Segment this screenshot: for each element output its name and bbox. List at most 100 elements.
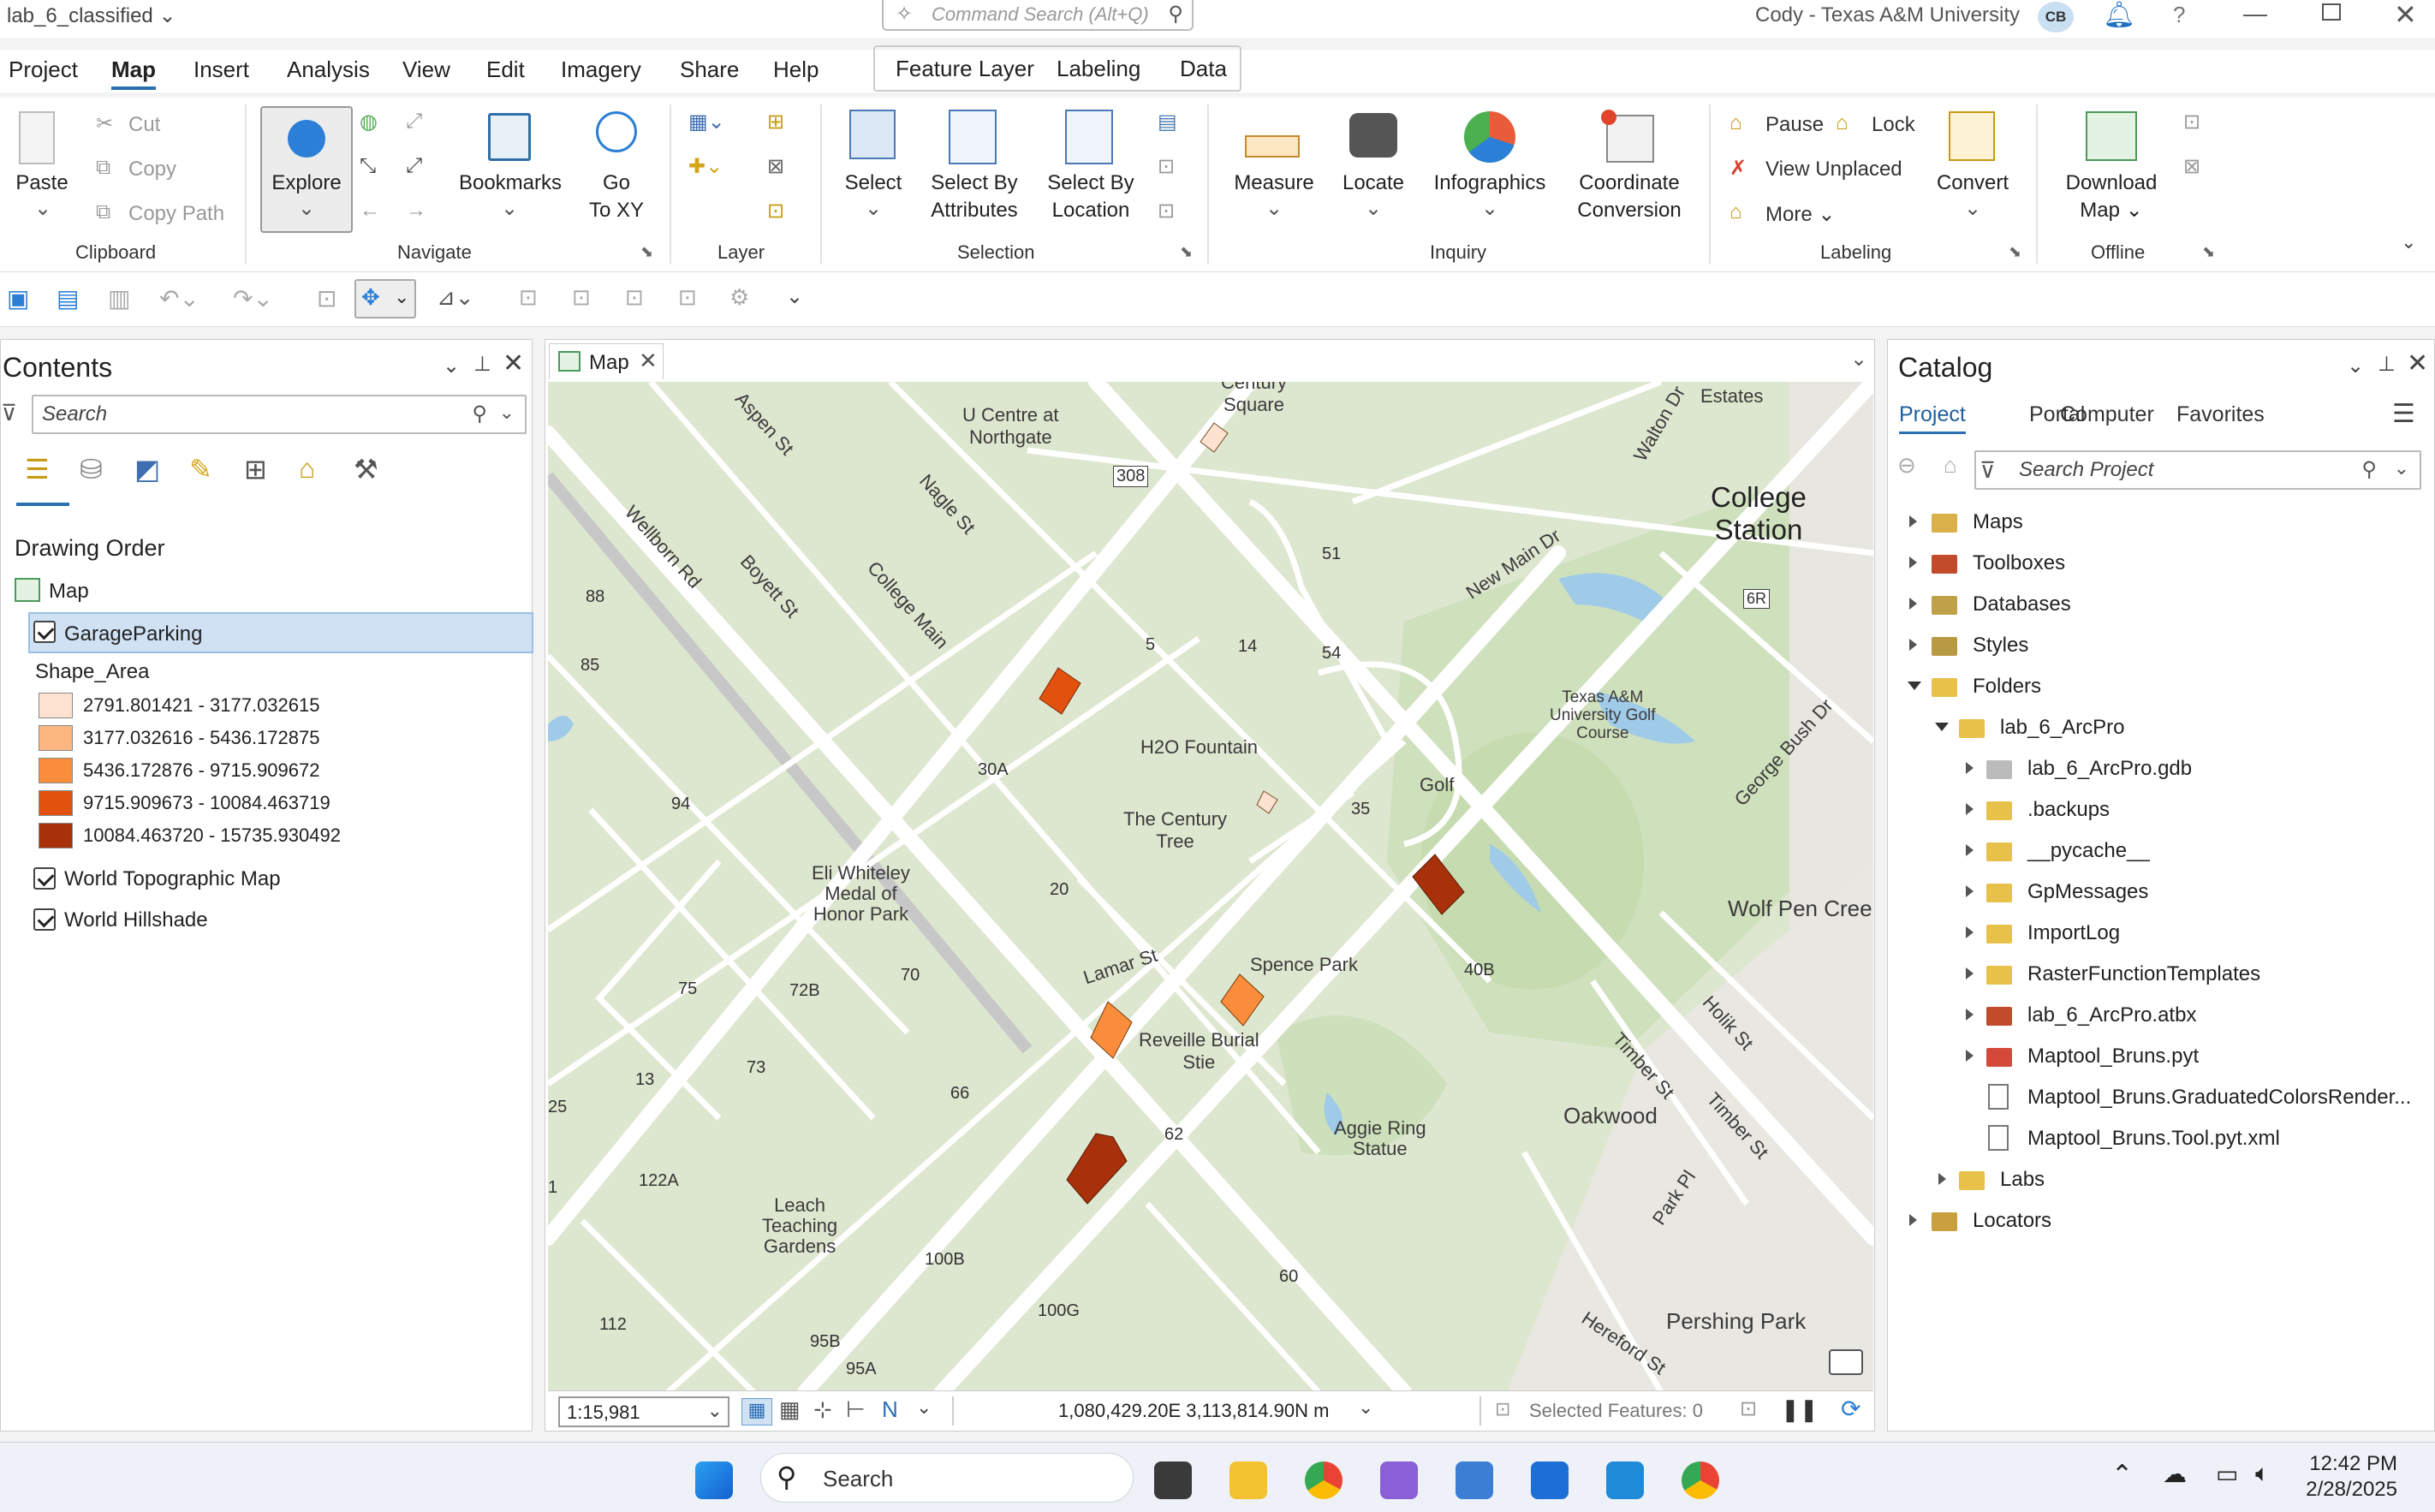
catalog-item-raster-templates[interactable]: RasterFunctionTemplates xyxy=(2027,962,2260,986)
select-button[interactable]: Select xyxy=(839,170,908,197)
expand-icon[interactable] xyxy=(1966,803,1974,815)
catalog-item-styles[interactable]: Styles xyxy=(1973,634,2028,658)
close-tab-button[interactable]: ✕ xyxy=(639,348,658,374)
zoom-icon[interactable]: ⤢ xyxy=(406,110,422,134)
tab-data[interactable]: Data xyxy=(1180,56,1227,82)
layer-name[interactable]: GarageParking xyxy=(64,622,202,646)
back-icon[interactable]: ⊖ xyxy=(1897,452,1916,479)
chevron-down-icon[interactable]: ⌄ xyxy=(499,402,515,424)
north-arrow-icon[interactable]: N xyxy=(882,1396,898,1423)
select-by-location-label-2[interactable]: Location xyxy=(1038,197,1144,224)
chevron-down-icon[interactable]: ⌄ xyxy=(2394,457,2409,479)
attributes-icon[interactable]: ▤ xyxy=(1158,110,1177,134)
expand-icon[interactable] xyxy=(1909,639,1917,651)
tool-icon[interactable]: ⊡ xyxy=(625,284,644,311)
catalog-item-toolboxes[interactable]: Toolboxes xyxy=(1973,551,2065,575)
legend-swatch[interactable] xyxy=(39,823,73,848)
forward-icon[interactable]: → xyxy=(406,199,426,223)
tab-edit[interactable]: Edit xyxy=(486,57,525,83)
list-by-selection-icon[interactable]: ◩ xyxy=(134,453,160,485)
snapping-icon[interactable]: ⊢ xyxy=(846,1396,866,1423)
close-window-button[interactable]: ✕ xyxy=(2394,0,2417,31)
locate-button[interactable]: Locate xyxy=(1332,170,1414,197)
filter-icon[interactable]: ⊽ xyxy=(1980,457,1996,484)
map-canvas[interactable]: Century Square U Centre at Northgate Colle… xyxy=(548,382,1873,1392)
cut-button[interactable]: Cut xyxy=(128,113,160,137)
customize-qat-icon[interactable]: ⌄ xyxy=(786,284,803,309)
basemap-visibility-checkbox[interactable] xyxy=(33,867,56,890)
chevron-down-icon[interactable]: ⌄ xyxy=(26,195,60,223)
save-edits-icon[interactable]: ⊡ xyxy=(317,284,336,313)
convert-button[interactable]: Convert xyxy=(1932,170,2014,197)
catalog-tab-favorites[interactable]: Favorites xyxy=(2176,402,2265,427)
basemap-layer-name[interactable]: World Topographic Map xyxy=(64,867,281,891)
expand-icon[interactable] xyxy=(1966,844,1974,856)
grid-icon[interactable]: ▦ xyxy=(741,1398,772,1426)
vscode-icon[interactable] xyxy=(1606,1461,1644,1499)
list-by-drawing-order-icon[interactable]: ☰ xyxy=(25,453,50,485)
zoom-in-fixed-icon[interactable]: ⤡ xyxy=(360,154,376,178)
paste-button[interactable]: Paste xyxy=(12,170,72,197)
chrome-icon[interactable] xyxy=(1305,1461,1343,1499)
add-layer-icon[interactable]: ✚⌄ xyxy=(688,154,723,179)
table-icon[interactable]: ▦ xyxy=(779,1396,801,1423)
expand-icon[interactable] xyxy=(1966,926,1974,938)
dialog-launcher-icon[interactable]: ⬊ xyxy=(640,243,653,261)
catalog-item-tool-xml[interactable]: Maptool_Bruns.Tool.pyt.xml xyxy=(2027,1127,2280,1151)
contents-search-input[interactable]: Search ⚲ ⌄ xyxy=(32,395,527,434)
expand-icon[interactable] xyxy=(1966,885,1974,897)
tool-icon[interactable]: ⊡ xyxy=(572,284,591,311)
select-tool-icon[interactable]: ⊿⌄ xyxy=(437,284,474,311)
open-project-icon[interactable]: ▤ xyxy=(57,284,79,313)
dialog-launcher-icon[interactable]: ⬊ xyxy=(2202,243,2215,261)
tool-icon[interactable]: ⚙ xyxy=(729,284,749,311)
windows-start-icon[interactable] xyxy=(695,1461,733,1499)
chrome-icon[interactable] xyxy=(1682,1461,1719,1499)
add-data-icon[interactable]: ⊞ xyxy=(767,110,784,134)
onedrive-icon[interactable]: ☁ xyxy=(2163,1460,2187,1488)
chevron-down-icon[interactable]: ⌄ xyxy=(443,354,460,378)
expand-icon[interactable] xyxy=(1966,1050,1974,1062)
save-icon[interactable]: ▥ xyxy=(108,284,130,313)
dialog-launcher-icon[interactable]: ⬊ xyxy=(2009,243,2021,261)
catalog-item-importlog[interactable]: ImportLog xyxy=(2027,921,2120,945)
remove-offline-icon[interactable]: ⊠ xyxy=(2183,154,2200,179)
collapse-ribbon-icon[interactable]: ⌄ xyxy=(2401,231,2416,253)
tab-insert[interactable]: Insert xyxy=(193,57,249,83)
tab-view[interactable]: View xyxy=(402,57,450,83)
bookmarks-button[interactable]: Bookmarks xyxy=(455,170,565,197)
list-by-editing-icon[interactable]: ✎ xyxy=(189,453,212,485)
download-map-label-1[interactable]: Download xyxy=(2051,170,2171,197)
pin-icon[interactable]: ⊥ xyxy=(473,352,491,377)
download-map-label-2[interactable]: Map ⌄ xyxy=(2051,197,2171,224)
catalog-item-lab6[interactable]: lab_6_ArcPro xyxy=(2000,716,2124,740)
expand-icon[interactable] xyxy=(1909,515,1917,527)
filter-icon[interactable]: ⊽ xyxy=(1,400,17,426)
catalog-item-render-tool[interactable]: Maptool_Bruns.GraduatedColorsRender... xyxy=(2027,1086,2411,1110)
tab-share[interactable]: Share xyxy=(680,57,739,83)
snipping-tool-icon[interactable] xyxy=(1380,1461,1418,1499)
chevron-down-icon[interactable]: ⌄ xyxy=(1358,1396,1373,1419)
chevron-down-icon[interactable]: ⌄ xyxy=(1850,347,1867,372)
coordinate-conversion-label-2[interactable]: Conversion xyxy=(1567,197,1692,224)
catalog-tab-project[interactable]: Project xyxy=(1899,402,1966,434)
chevron-down-icon[interactable]: ⌄ xyxy=(916,1396,932,1419)
expand-icon[interactable] xyxy=(1909,598,1917,610)
selection-tool-icon[interactable]: ⊡ xyxy=(1740,1396,1757,1421)
copy-path-button[interactable]: Copy Path xyxy=(128,202,224,226)
pause-drawing-icon[interactable]: ❚❚ xyxy=(1781,1396,1819,1423)
tool-icon[interactable]: ⊡ xyxy=(678,284,697,311)
chevron-up-icon[interactable]: ⌃ xyxy=(2111,1460,2133,1490)
user-name[interactable]: Cody - Texas A&M University xyxy=(1755,3,2020,27)
tab-analysis[interactable]: Analysis xyxy=(287,57,370,83)
close-pane-button[interactable]: ✕ xyxy=(503,348,524,378)
lock-labels-button[interactable]: Lock xyxy=(1872,113,1915,137)
catalog-item-folders[interactable]: Folders xyxy=(1973,675,2041,699)
basemap-icon[interactable]: ▦⌄ xyxy=(688,110,725,134)
legend-swatch[interactable] xyxy=(39,758,73,783)
tab-project[interactable]: Project xyxy=(9,57,78,83)
tab-help[interactable]: Help xyxy=(773,57,819,83)
select-by-location-label-1[interactable]: Select By xyxy=(1038,170,1144,197)
more-button[interactable]: More ⌄ xyxy=(1765,202,1835,227)
notepad-icon[interactable] xyxy=(1456,1461,1493,1499)
